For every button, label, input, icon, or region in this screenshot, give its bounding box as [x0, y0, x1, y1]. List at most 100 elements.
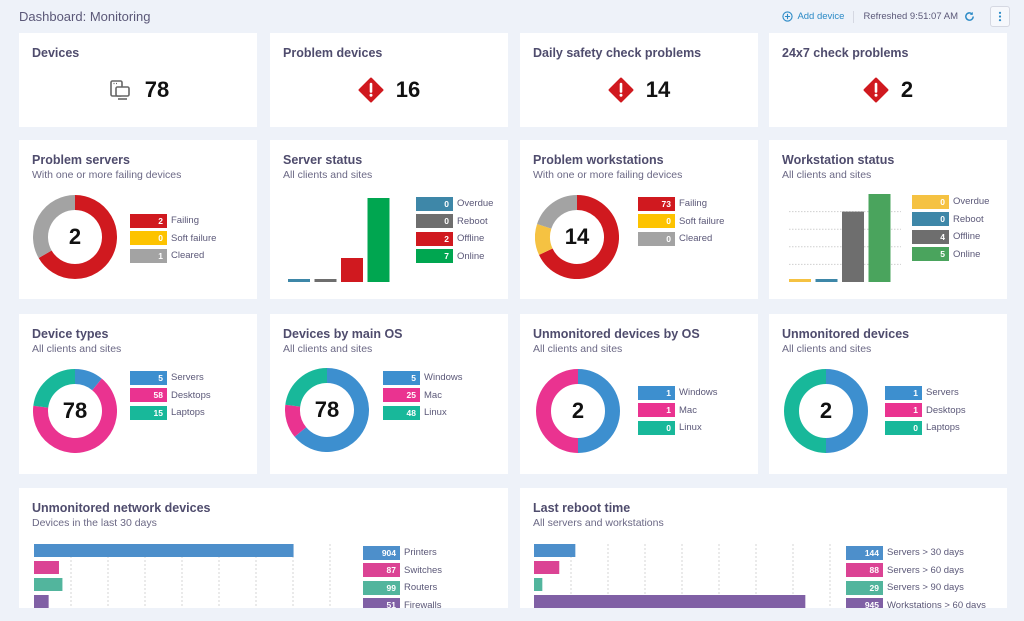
widget-workstation-status[interactable]: Workstation status All clients and sites… — [769, 140, 1007, 299]
legend-item[interactable]: 945 Workstations > 60 days — [846, 597, 986, 608]
widget-server-status[interactable]: Server status All clients and sites 0 Ove… — [270, 140, 508, 299]
legend-label: Routers — [404, 582, 438, 594]
legend-label: Windows — [679, 387, 718, 399]
legend-label: Failing — [679, 198, 707, 210]
legend-label: Soft failure — [171, 232, 217, 244]
legend-item[interactable]: 87 Switches — [363, 562, 442, 580]
bar-reboot[interactable] — [314, 279, 337, 282]
legend-item[interactable]: 904 Printers — [363, 544, 442, 562]
legend-item[interactable]: 1 Windows — [638, 384, 718, 402]
donut-center-value: 78 — [314, 397, 340, 422]
legend-count: 1 — [638, 403, 675, 418]
bar-overdue[interactable] — [789, 279, 811, 282]
card-title: Server status — [283, 153, 363, 167]
more-options-button[interactable] — [990, 6, 1010, 27]
bar-chart — [288, 198, 390, 282]
legend-item[interactable]: 5 Windows — [383, 369, 463, 387]
bar-overdue[interactable] — [288, 279, 310, 282]
legend-count: 904 — [363, 545, 400, 560]
bar-offline[interactable] — [842, 211, 864, 282]
widget-problem-servers[interactable]: Problem servers With one or more failing… — [19, 140, 257, 299]
widget-unmonitored-devices[interactable]: Unmonitored devices All clients and site… — [769, 314, 1007, 474]
legend-item[interactable]: 4 Offline — [912, 228, 989, 246]
legend-count: 1 — [885, 403, 922, 418]
refresh-icon[interactable] — [964, 11, 975, 22]
bar-servers-30-days[interactable] — [534, 544, 576, 557]
legend-item[interactable]: 0 Soft failure — [130, 230, 216, 248]
legend-item[interactable]: 5 Online — [912, 246, 989, 264]
legend-item[interactable]: 0 Linux — [638, 419, 718, 437]
legend-item[interactable]: 0 Overdue — [912, 193, 989, 211]
donut-chart: 78 — [33, 369, 117, 453]
legend-count: 88 — [846, 563, 883, 578]
legend-count: 5 — [912, 247, 949, 262]
kpi-card-problem-devices[interactable]: Problem devices 16 — [270, 33, 508, 127]
legend-item[interactable]: 144 Servers > 30 days — [846, 544, 986, 562]
legend-count: 0 — [416, 196, 453, 211]
legend-item[interactable]: 0 Overdue — [416, 195, 493, 213]
legend-item[interactable]: 48 Linux — [383, 404, 463, 422]
bar-servers-90-days[interactable] — [534, 578, 543, 591]
bar-switches[interactable] — [34, 561, 59, 574]
legend-item[interactable]: 58 Desktops — [130, 387, 211, 405]
card-title: Last reboot time — [533, 501, 631, 515]
bar-workstations-60-days[interactable] — [534, 595, 806, 608]
legend-item[interactable]: 1 Desktops — [885, 402, 966, 420]
bar-routers[interactable] — [34, 578, 63, 591]
plus-circle-icon — [782, 11, 794, 22]
legend-item[interactable]: 1 Servers — [885, 384, 966, 402]
legend-item[interactable]: 99 Routers — [363, 579, 442, 597]
legend-item[interactable]: 2 Offline — [416, 230, 493, 248]
widget-last-reboot[interactable]: Last reboot time All servers and worksta… — [520, 488, 1007, 608]
legend-label: Workstations > 60 days — [887, 599, 986, 608]
bar-reboot[interactable] — [815, 279, 838, 282]
widget-devices-by-os[interactable]: Devices by main OS All clients and sites… — [270, 314, 508, 474]
legend-item[interactable]: 88 Servers > 60 days — [846, 562, 986, 580]
legend-count: 0 — [885, 420, 922, 435]
legend-count: 1 — [130, 248, 167, 263]
legend-label: Servers > 30 days — [887, 547, 964, 559]
bar-firewalls[interactable] — [34, 595, 49, 608]
bar-offline[interactable] — [341, 258, 363, 282]
legend-count: 87 — [363, 563, 400, 578]
legend-label: Failing — [171, 215, 199, 227]
legend-count: 144 — [846, 545, 883, 560]
card-title: Problem servers — [32, 153, 130, 167]
legend-item[interactable]: 2 Failing — [130, 212, 216, 230]
kpi-content: 2 — [769, 77, 1007, 103]
legend-item[interactable]: 7 Online — [416, 248, 493, 266]
bar-online[interactable] — [868, 194, 891, 282]
bar-servers-60-days[interactable] — [534, 561, 560, 574]
kpi-card-24x7-check[interactable]: 24x7 check problems 2 — [769, 33, 1007, 127]
legend-item[interactable]: 25 Mac — [383, 387, 463, 405]
legend-item[interactable]: 29 Servers > 90 days — [846, 579, 986, 597]
legend-item[interactable]: 1 Mac — [638, 402, 718, 420]
widget-unmonitored-network[interactable]: Unmonitored network devices Devices in t… — [19, 488, 508, 608]
legend-item[interactable]: 5 Servers — [130, 369, 211, 387]
legend-item[interactable]: 0 Laptops — [885, 419, 966, 437]
bar-printers[interactable] — [34, 544, 294, 557]
legend-label: Switches — [404, 564, 443, 576]
widget-unmonitored-by-os[interactable]: Unmonitored devices by OS All clients an… — [520, 314, 758, 474]
legend-item[interactable]: 73 Failing — [638, 195, 724, 213]
bar-online[interactable] — [367, 198, 390, 282]
legend-item[interactable]: 0 Soft failure — [638, 213, 724, 231]
widget-device-types[interactable]: Device types All clients and sites 78 5S… — [19, 314, 257, 474]
legend-item[interactable]: 15 Laptops — [130, 404, 211, 422]
legend-count: 0 — [638, 214, 675, 229]
legend-item[interactable]: 0 Reboot — [912, 211, 989, 229]
legend-item[interactable]: 0 Reboot — [416, 213, 493, 231]
kpi-card-devices[interactable]: Devices 78 — [19, 33, 257, 127]
legend-label: Desktops — [926, 404, 966, 416]
legend-item[interactable]: 0 Cleared — [638, 230, 724, 248]
divider — [853, 10, 855, 23]
card-title: Workstation status — [782, 153, 895, 167]
donut-chart: 78 — [285, 368, 369, 452]
legend-item[interactable]: 51 Firewalls — [363, 597, 442, 608]
legend-label: Servers — [926, 387, 959, 399]
add-device-button[interactable]: Add device — [782, 11, 844, 22]
legend: 0 Overdue 0 Reboot 2 Offline 7 Online — [416, 195, 493, 265]
widget-problem-workstations[interactable]: Problem workstations With one or more fa… — [520, 140, 758, 299]
legend-item[interactable]: 1 Cleared — [130, 247, 216, 265]
kpi-card-daily-safety-check[interactable]: Daily safety check problems 14 — [520, 33, 758, 127]
